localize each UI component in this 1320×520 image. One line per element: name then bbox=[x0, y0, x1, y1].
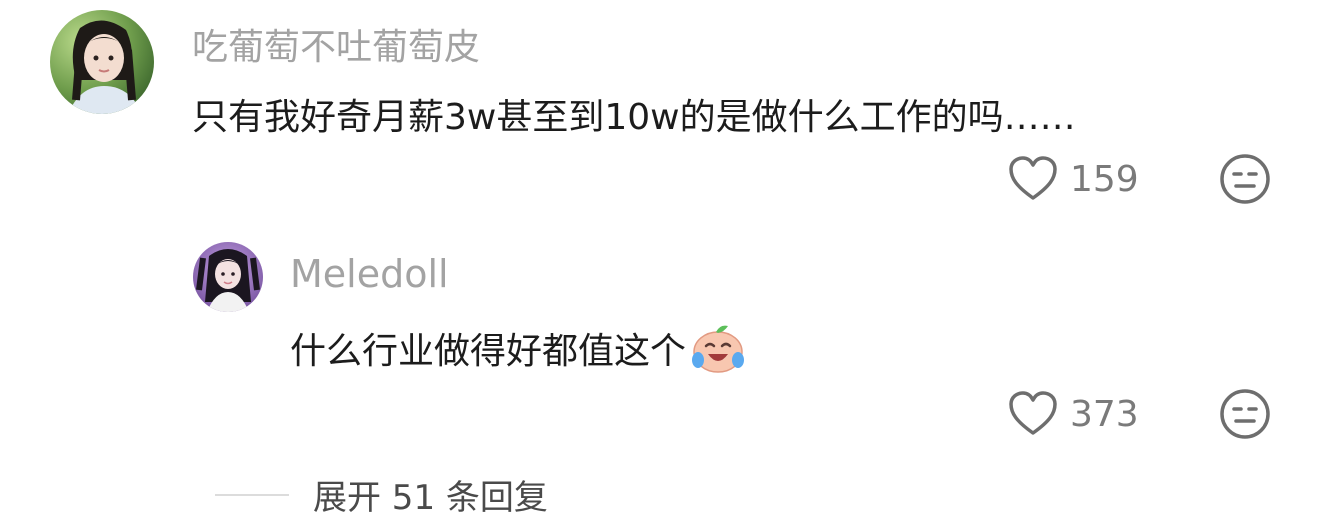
comment-text: 只有我好奇月薪3w甚至到10w的是做什么工作的吗…… bbox=[192, 97, 1076, 138]
dislike-button[interactable] bbox=[1219, 153, 1271, 209]
like-count: 159 bbox=[1070, 158, 1139, 200]
like-count: 373 bbox=[1070, 393, 1139, 435]
crying-laughing-peach-emoji-icon bbox=[690, 320, 746, 376]
expand-replies-label: 展开 51 条回复 bbox=[313, 478, 548, 518]
avatar-photo-icon bbox=[193, 242, 263, 312]
avatar-photo-icon bbox=[50, 10, 154, 114]
like-button[interactable]: 159 bbox=[1008, 156, 1139, 202]
neutral-face-icon bbox=[1220, 154, 1270, 204]
expand-replies-button[interactable]: 展开 51 条回复 bbox=[215, 470, 548, 519]
reply-text: 什么行业做得好都值这个 bbox=[290, 320, 746, 376]
user-avatar[interactable] bbox=[193, 242, 263, 312]
heart-outline-icon bbox=[1009, 156, 1057, 200]
like-button[interactable]: 373 bbox=[1008, 391, 1139, 437]
heart-outline-icon bbox=[1009, 391, 1057, 435]
comment-username[interactable]: 吃葡萄不吐葡萄皮 bbox=[192, 18, 480, 70]
dislike-button[interactable] bbox=[1219, 388, 1271, 444]
reply-text-body: 什么行业做得好都值这个 bbox=[290, 331, 687, 372]
user-avatar[interactable] bbox=[50, 10, 154, 114]
divider-line bbox=[215, 493, 289, 496]
reply-username[interactable]: Meledoll bbox=[290, 252, 449, 296]
neutral-face-icon bbox=[1220, 389, 1270, 439]
